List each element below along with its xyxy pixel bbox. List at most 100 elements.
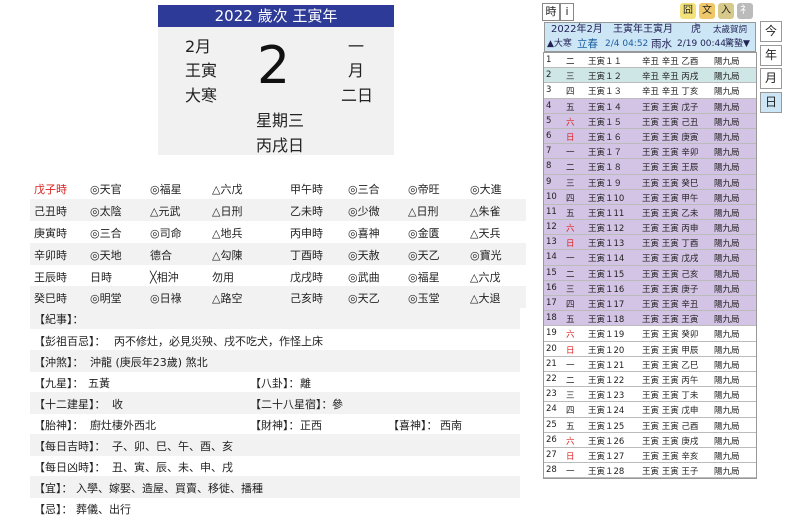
day-row[interactable]: 23 三 王寅１23 王寅 王寅 丁未 陽九局 <box>544 387 756 403</box>
day-ganzhi: 王寅 王寅 甲辰 <box>642 345 699 356</box>
day-ju: 陽九局 <box>714 421 740 432</box>
day-ju: 陽九局 <box>714 451 740 462</box>
day-row[interactable]: 8 二 王寅１８ 王寅 王寅 王辰 陽九局 <box>544 159 756 175</box>
hour-star: ◎玉堂 <box>408 292 440 305</box>
day-ju: 陽九局 <box>714 72 740 83</box>
day-ganzhi: 辛丑 辛丑 丁亥 <box>642 87 699 98</box>
day-ju: 陽九局 <box>714 284 740 295</box>
day-number: 1 <box>546 55 552 65</box>
day-lunar: 王寅１16 <box>588 284 625 295</box>
day-row[interactable]: 2 三 王寅１２ 辛丑 辛丑 丙戌 陽九局 <box>544 68 756 84</box>
view-today-button[interactable]: 今 <box>760 21 782 42</box>
day-row[interactable]: 11 五 王寅１11 王寅 王寅 乙未 陽九局 <box>544 204 756 221</box>
day-row[interactable]: 19 六 王寅１19 王寅 王寅 癸卯 陽九局 <box>544 326 756 342</box>
caishen-label: 【財神】： <box>250 419 300 432</box>
day-ganzhi: 王寅 王寅 戊戌 <box>642 254 699 265</box>
day-row[interactable]: 14 一 王寅１14 王寅 王寅 戊戌 陽九局 <box>544 250 756 266</box>
info-row-jianxing: 【十二建星】： 收 【二十八星宿】： 參 <box>30 392 520 414</box>
day-row[interactable]: 17 四 王寅１17 王寅 王寅 辛丑 陽九局 <box>544 296 756 312</box>
day-ganzhi: 王寅 王寅 庚寅 <box>642 132 699 143</box>
prev-term[interactable]: ▲大寒 <box>547 37 572 51</box>
tab-hour[interactable]: 時 <box>542 3 560 21</box>
day-row[interactable]: 7 一 王寅１７ 王寅 王寅 辛卯 陽九局 <box>544 144 756 160</box>
day-row[interactable]: 22 二 王寅１22 王寅 王寅 丙午 陽九局 <box>544 371 756 388</box>
day-lunar: 王寅１26 <box>588 436 625 447</box>
day-row[interactable]: 27 日 王寅１27 王寅 王寅 辛亥 陽九局 <box>544 447 756 464</box>
info-row-jiuxing: 【九星】： 五黃 【八卦】： 離 <box>30 371 520 393</box>
day-ju: 陽九局 <box>714 360 740 371</box>
day-row[interactable]: 10 四 王寅１10 王寅 王寅 甲午 陽九局 <box>544 189 756 205</box>
day-ganzhi: 王寅 王寅 乙未 <box>642 208 699 219</box>
hour-star: △大退 <box>470 292 501 305</box>
day-number: 28 <box>546 465 557 476</box>
view-day-button[interactable]: 日 <box>760 92 782 113</box>
day-number: 24 <box>546 404 557 415</box>
hour-name: 癸巳時 <box>34 292 67 305</box>
day-row[interactable]: 6 日 王寅１６ 王寅 王寅 庚寅 陽九局 <box>544 128 756 145</box>
day-ganzhi: 王寅 王寅 辛丑 <box>642 300 699 310</box>
enter-icon[interactable]: 入 <box>718 3 734 19</box>
day-ju: 陽九局 <box>714 193 740 204</box>
next-term[interactable]: 驚蟄▼ <box>725 37 750 51</box>
day-row[interactable]: 9 三 王寅１９ 王寅 王寅 癸巳 陽九局 <box>544 174 756 190</box>
day-weekday: 三 <box>566 72 575 83</box>
card-day-gz: 丙戌日 <box>256 136 305 155</box>
day-row[interactable]: 12 六 王寅１12 王寅 王寅 丙申 陽九局 <box>544 220 756 236</box>
jianxing-value: 收 <box>112 398 123 411</box>
day-weekday: 一 <box>566 467 575 478</box>
xiongshi-value: 丑、寅、辰、未、申、戌 <box>112 461 233 474</box>
ritual-icon[interactable]: 礻 <box>737 3 753 19</box>
day-row[interactable]: 3 四 王寅１３ 辛丑 辛丑 丁亥 陽九局 <box>544 83 756 99</box>
day-row[interactable]: 24 四 王寅１24 王寅 王寅 戊申 陽九局 <box>544 402 756 418</box>
day-row[interactable]: 4 五 王寅１４ 王寅 王寅 戊子 陽九局 <box>544 98 756 114</box>
emoji-icon[interactable]: 囧 <box>680 3 696 19</box>
hour-name: 戊子時 <box>34 183 67 196</box>
day-number: 9 <box>546 176 552 187</box>
tab-info[interactable]: i <box>560 3 574 21</box>
day-lunar: 王寅１18 <box>588 315 625 326</box>
day-weekday: 二 <box>566 375 575 386</box>
taishen-label: 【胎神】： <box>34 419 84 432</box>
day-number: 6 <box>546 130 552 141</box>
day-row[interactable]: 21 一 王寅１21 王寅 王寅 乙巳 陽九局 <box>544 356 756 372</box>
info-row-chongsha: 【沖煞】： 沖龍 (庚辰年23歲) 煞北 <box>30 350 520 372</box>
big-day-number: 2 <box>257 36 291 96</box>
day-lunar: 王寅１６ <box>588 132 623 143</box>
day-ganzhi: 王寅 王寅 丁未 <box>642 391 699 402</box>
day-number: 26 <box>546 434 557 445</box>
day-weekday: 二 <box>566 269 575 280</box>
day-ganzhi: 王寅 王寅 庚子 <box>642 284 699 295</box>
day-row[interactable]: 28 一 王寅１28 王寅 王寅 王子 陽九局 <box>544 463 756 479</box>
day-row[interactable]: 1 二 王寅１１ 辛丑 辛丑 乙酉 陽九局 <box>544 53 756 69</box>
day-row[interactable]: 5 六 王寅１５ 王寅 王寅 己丑 陽九局 <box>544 113 756 129</box>
day-row[interactable]: 26 六 王寅１26 王寅 王寅 庚戌 陽九局 <box>544 432 756 448</box>
hour-star: ◎寶光 <box>470 249 502 262</box>
day-weekday: 四 <box>566 87 575 98</box>
day-ju: 陽九局 <box>714 391 740 402</box>
day-number: 2 <box>546 70 552 81</box>
day-row[interactable]: 25 五 王寅１25 王寅 王寅 己酉 陽九局 <box>544 417 756 433</box>
hour-name: 辛卯時 <box>34 249 67 262</box>
day-row[interactable]: 15 二 王寅１15 王寅 王寅 己亥 陽九局 <box>544 265 756 281</box>
text-icon[interactable]: 文 <box>699 3 715 19</box>
day-row[interactable]: 20 日 王寅１20 王寅 王寅 甲辰 陽九局 <box>544 341 756 357</box>
hour-star: ◎司命 <box>150 227 182 240</box>
hour-star: ◎天乙 <box>348 292 380 305</box>
day-ju: 陽九局 <box>714 406 740 417</box>
info-row-pengzu: 【彭祖百忌】： 丙不修灶，必見災殃、戌不吃犬，作怪上床 <box>30 329 520 351</box>
day-row[interactable]: 18 五 王寅１18 王寅 王寅 王寅 陽九局 <box>544 311 756 327</box>
day-lunar: 王寅１19 <box>588 330 625 341</box>
hour-name: 丙申時 <box>290 227 323 240</box>
taisui-link[interactable]: 太歲賀詞 <box>713 23 747 37</box>
day-row[interactable]: 16 三 王寅１16 王寅 王寅 庚子 陽九局 <box>544 280 756 296</box>
view-year-button[interactable]: 年 <box>760 45 782 66</box>
hour-name: 庚寅時 <box>34 227 67 240</box>
day-number: 3 <box>546 85 552 96</box>
day-ju: 陽九局 <box>714 269 740 280</box>
hour-star: △日刑 <box>212 205 243 218</box>
day-ju: 陽九局 <box>714 254 740 265</box>
view-month-button[interactable]: 月 <box>760 68 782 89</box>
day-ganzhi: 王寅 王寅 丙午 <box>642 375 699 386</box>
hour-row: 癸巳時 ◎明堂 ◎日祿 △路空 己亥時 ◎天乙 ◎玉堂 △大退 <box>30 286 526 308</box>
day-row[interactable]: 13 日 王寅１13 王寅 王寅 丁酉 陽九局 <box>544 235 756 251</box>
